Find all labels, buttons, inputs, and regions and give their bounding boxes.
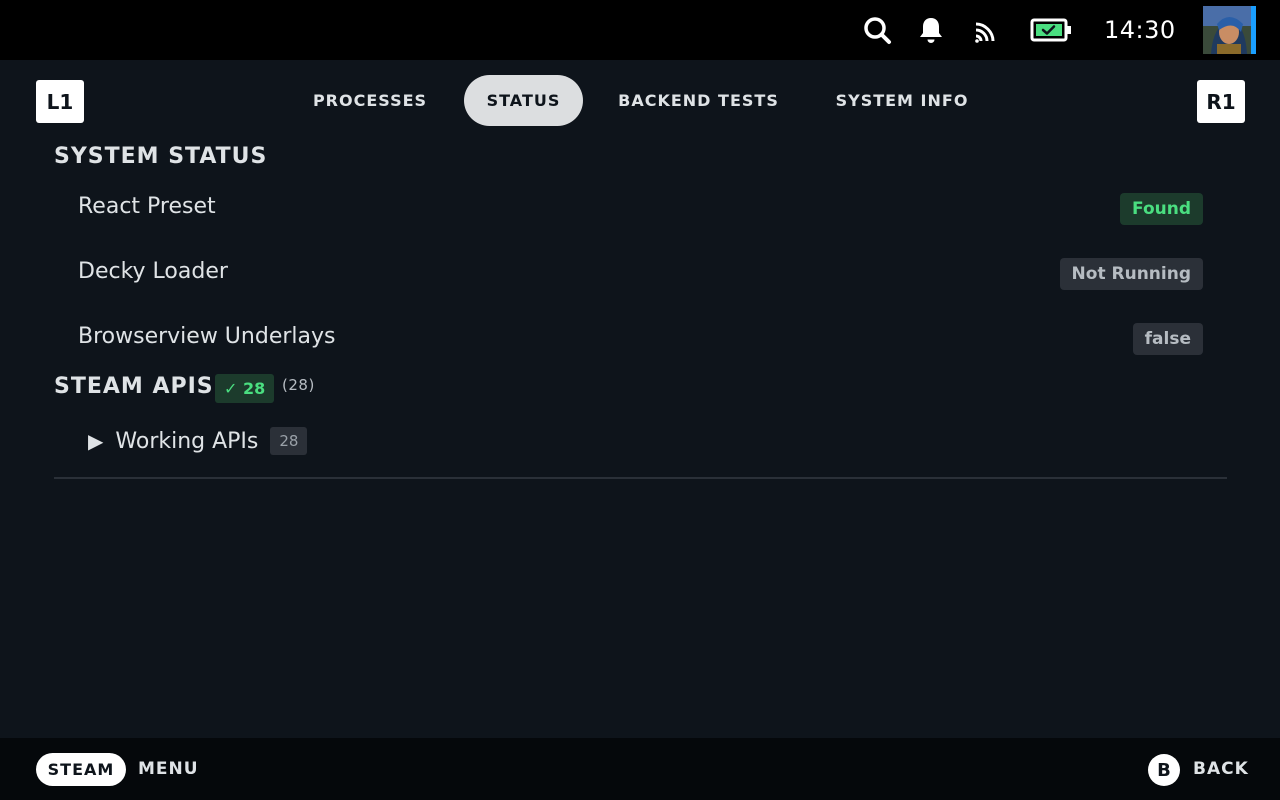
- tab-backend-tests[interactable]: BACKEND TESTS: [606, 75, 791, 126]
- notification-bell-icon[interactable]: [915, 14, 947, 46]
- status-badge: Found: [1120, 193, 1203, 225]
- working-apis-label: Working APIs: [115, 428, 259, 454]
- back-label: BACK: [1193, 759, 1249, 779]
- apis-working-count-badge: ✓ 28: [215, 374, 275, 403]
- status-row-label: React Preset: [78, 194, 216, 219]
- avatar[interactable]: [1203, 6, 1253, 54]
- menu-label: MENU: [138, 759, 199, 779]
- clock: 14:30: [1104, 16, 1176, 44]
- tab-status[interactable]: STATUS: [464, 75, 583, 126]
- section-divider: [54, 477, 1227, 479]
- cast-icon[interactable]: [971, 14, 1003, 46]
- tab-processes[interactable]: PROCESSES: [300, 75, 440, 126]
- status-row-label: Decky Loader: [78, 259, 228, 284]
- steam-button[interactable]: STEAM: [36, 753, 126, 786]
- b-button-icon[interactable]: B: [1148, 754, 1180, 786]
- search-icon[interactable]: [861, 14, 893, 46]
- tab-bar: PROCESSES STATUS BACKEND TESTS SYSTEM IN…: [0, 75, 1280, 126]
- r1-shoulder-button[interactable]: R1: [1197, 80, 1245, 123]
- working-apis-count: 28: [270, 427, 308, 455]
- status-bar: 14:30: [0, 0, 1280, 60]
- apis-total-count: (28): [282, 376, 315, 394]
- tab-system-info[interactable]: SYSTEM INFO: [824, 75, 980, 126]
- steam-apis-title: STEAM APIS: [54, 374, 214, 399]
- working-apis-expander[interactable]: ▶ Working APIs 28: [88, 424, 308, 458]
- battery-charging-icon[interactable]: [1030, 14, 1072, 46]
- avatar-status-indicator: [1251, 6, 1256, 54]
- status-badge: Not Running: [1059, 258, 1203, 290]
- status-row-label: Browserview Underlays: [78, 324, 336, 349]
- avatar-image: [1203, 6, 1253, 54]
- status-badge: false: [1132, 323, 1203, 355]
- system-status-title: SYSTEM STATUS: [54, 144, 268, 169]
- footer-bar: STEAM MENU B BACK: [0, 738, 1280, 800]
- expand-arrow-icon: ▶: [88, 429, 104, 453]
